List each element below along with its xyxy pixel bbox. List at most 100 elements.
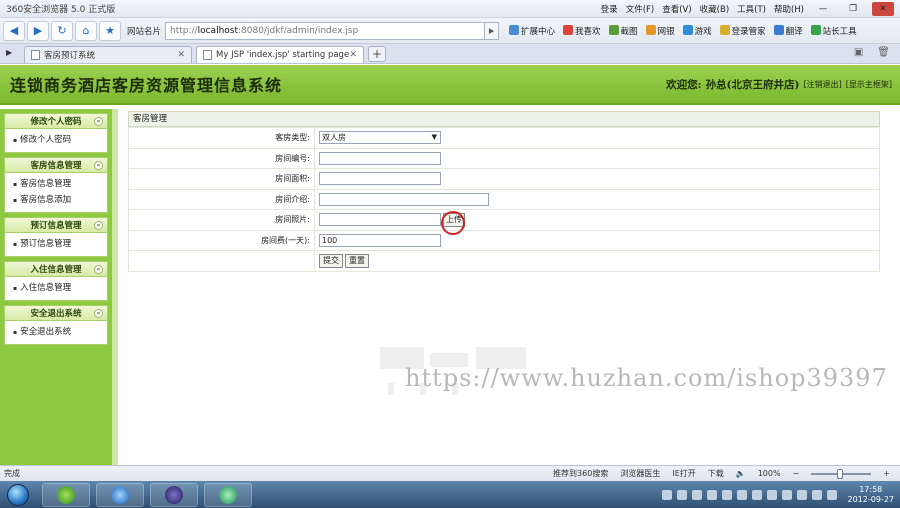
- menu-favorites[interactable]: 收藏(B): [700, 3, 729, 15]
- zoom-out-icon[interactable]: −: [793, 469, 800, 478]
- tool-translate[interactable]: 翻译: [773, 24, 803, 37]
- game-icon: [682, 24, 693, 35]
- taskbar-eclipse[interactable]: [150, 482, 198, 507]
- room-price-input[interactable]: 100: [319, 233, 441, 247]
- bookmark-label[interactable]: 网站名片: [127, 25, 161, 37]
- restore-button[interactable]: ❐: [842, 2, 864, 16]
- tool-extensions[interactable]: 扩展中心: [509, 24, 555, 37]
- zoom-level[interactable]: 100%: [758, 469, 781, 478]
- zoom-slider-knob[interactable]: [837, 468, 844, 479]
- tray-icon[interactable]: [826, 489, 837, 500]
- tray-icon[interactable]: [751, 489, 762, 500]
- reset-button[interactable]: 重置: [345, 253, 369, 268]
- zoom-slider[interactable]: [811, 468, 872, 479]
- welcome-area: 欢迎您: 孙总(北京王府井店) [注销退出] [显示主框架]: [666, 77, 892, 92]
- tray-icon[interactable]: [661, 489, 672, 500]
- tab-index-jsp[interactable]: My JSP 'index.jsp' starting page ✕: [196, 46, 364, 63]
- tool-like[interactable]: 我喜欢: [563, 24, 601, 37]
- clock[interactable]: 17:58 2012-09-27: [848, 485, 895, 505]
- favorite-button[interactable]: ★: [99, 20, 121, 41]
- menu-item-room-add[interactable]: 客房信息添加: [5, 192, 107, 208]
- room-no-input[interactable]: [319, 151, 441, 165]
- menu-login[interactable]: 登录: [601, 3, 618, 15]
- clock-time: 17:58: [859, 484, 883, 494]
- menu-item-room-manage[interactable]: 客房信息管理: [5, 176, 107, 192]
- new-tab-button[interactable]: +: [368, 46, 386, 62]
- tab-label: 客房预订系统: [44, 51, 96, 61]
- trash-icon[interactable]: 🗑: [877, 47, 890, 58]
- eclipse-icon: [165, 485, 183, 504]
- tool-screenshot[interactable]: 截图: [608, 24, 638, 37]
- taskbar-app[interactable]: [204, 482, 252, 507]
- refresh-button[interactable]: ↻: [51, 20, 73, 41]
- close-window-button[interactable]: ✕: [872, 1, 894, 16]
- scissors-icon: [608, 24, 619, 35]
- tray-icon[interactable]: [676, 489, 687, 500]
- tray-icon[interactable]: [706, 489, 717, 500]
- menu-head-checkin[interactable]: 入住信息管理 «: [4, 261, 108, 277]
- menu-head-password[interactable]: 修改个人密码 «: [4, 113, 108, 129]
- menu-file[interactable]: 文件(F): [626, 3, 655, 15]
- status-download[interactable]: 下载: [708, 468, 724, 479]
- menu-view[interactable]: 查看(V): [662, 3, 691, 15]
- speaker-icon[interactable]: 🔈: [736, 469, 746, 478]
- menu-item-exit[interactable]: 安全退出系统: [5, 324, 107, 340]
- back-arrow-icon: ◀: [9, 24, 19, 37]
- menu-item-booking-manage[interactable]: 预订信息管理: [5, 236, 107, 252]
- status-browser-doctor[interactable]: 浏览器医生: [620, 468, 660, 479]
- tab-close-icon[interactable]: ✕: [349, 50, 357, 60]
- menu-item-checkin-manage[interactable]: 入住信息管理: [5, 280, 107, 296]
- minimize-button[interactable]: —: [812, 2, 834, 16]
- submit-button[interactable]: 提交: [319, 253, 343, 268]
- room-area-input[interactable]: [319, 172, 441, 186]
- panel-title: 客房管理: [128, 111, 880, 127]
- menu-head-booking[interactable]: 预订信息管理 «: [4, 217, 108, 233]
- taskbar-ie[interactable]: [96, 482, 144, 507]
- cursor-highlight: [441, 211, 465, 235]
- refresh-icon: ↻: [57, 24, 67, 37]
- tab-close-icon[interactable]: ✕: [177, 50, 185, 60]
- address-bar[interactable]: http://localhost:8080/jdkf/admin/index.j…: [165, 21, 486, 40]
- menu-head-exit[interactable]: 安全退出系统 «: [4, 305, 108, 321]
- collapse-icon[interactable]: «: [94, 265, 103, 274]
- tab-room-booking[interactable]: 客房预订系统 ✕: [24, 46, 192, 63]
- address-prefix: http://: [170, 25, 198, 36]
- menu-tools[interactable]: 工具(T): [737, 3, 766, 15]
- collapse-icon[interactable]: «: [94, 221, 103, 230]
- tray-icon[interactable]: [691, 489, 702, 500]
- collapse-icon[interactable]: «: [94, 117, 103, 126]
- home-button[interactable]: ⌂: [75, 20, 97, 41]
- tool-webmaster[interactable]: 站长工具: [810, 24, 857, 37]
- menu-head-room[interactable]: 客房信息管理 «: [4, 157, 108, 173]
- menu-help[interactable]: 帮助(H): [774, 3, 804, 15]
- start-button[interactable]: [0, 482, 36, 508]
- browser-title-bar: 360安全浏览器 5.0 正式版 登录 文件(F) 查看(V) 收藏(B) 工具…: [0, 0, 900, 18]
- back-button[interactable]: ◀: [3, 20, 25, 41]
- tool-games[interactable]: 游戏: [682, 24, 712, 37]
- tray-icon[interactable]: [766, 489, 777, 500]
- show-frame-link[interactable]: [显示主框架]: [846, 79, 892, 90]
- room-photo-input[interactable]: [319, 213, 441, 227]
- address-path: :8080/jdkf/admin/index.jsp: [238, 25, 359, 36]
- tile-icon[interactable]: ▣: [854, 47, 863, 58]
- status-ie-open[interactable]: IE打开: [672, 468, 695, 479]
- status-search-recommend[interactable]: 推荐到360搜索: [553, 468, 608, 479]
- taskbar-360-browser[interactable]: [42, 482, 90, 507]
- collapse-icon[interactable]: «: [94, 161, 103, 170]
- tray-icon[interactable]: [736, 489, 747, 500]
- menu-item-change-password[interactable]: 修改个人密码: [5, 132, 107, 148]
- forward-button[interactable]: ▶: [27, 20, 49, 41]
- room-intro-input[interactable]: [319, 192, 489, 206]
- tray-icon[interactable]: [781, 489, 792, 500]
- tray-icon[interactable]: [796, 489, 807, 500]
- tab-list-icon[interactable]: ▶: [6, 48, 12, 57]
- zoom-in-icon[interactable]: +: [883, 469, 890, 478]
- collapse-icon[interactable]: «: [94, 309, 103, 318]
- tool-bank[interactable]: 网银: [645, 24, 675, 37]
- tray-icon[interactable]: [811, 489, 822, 500]
- room-type-select[interactable]: 双人房 ▼: [319, 131, 441, 145]
- tray-icon[interactable]: [721, 489, 732, 500]
- logout-link[interactable]: [注销退出]: [804, 79, 842, 90]
- tool-login-manager[interactable]: 登录管家: [719, 24, 766, 37]
- address-go-button[interactable]: ▶: [485, 21, 500, 40]
